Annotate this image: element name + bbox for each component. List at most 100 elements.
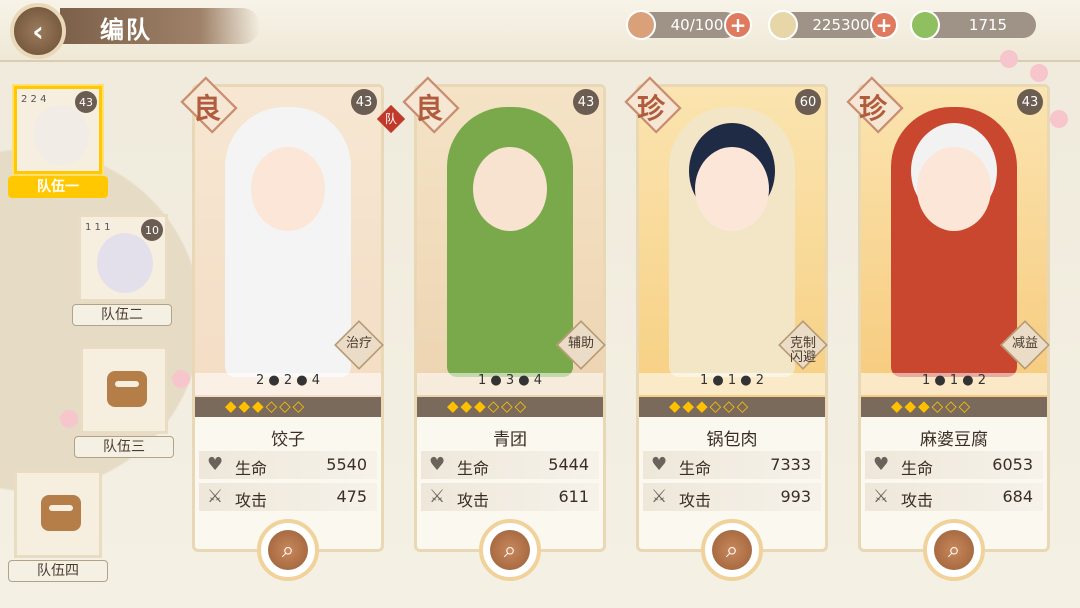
hp-value: 5444 (548, 455, 589, 474)
page-title: 编队 (100, 16, 152, 44)
inspect-button[interactable]: ⌕ (923, 519, 985, 581)
element-stats: 2 ● 2 ● 4 (195, 373, 381, 395)
disc-icon (910, 10, 940, 40)
team-level: 10 (141, 219, 163, 241)
attack-label: 攻击 (235, 491, 268, 510)
attack-value: 475 (336, 487, 367, 506)
star-flames: ◆◆◆◇◇◇ (861, 397, 1047, 417)
team-thumbnail: 2 2 4 43 (14, 86, 102, 174)
back-button[interactable]: ‹ (10, 3, 66, 59)
hp-row: ♥ 生命 6053 (865, 451, 1043, 479)
inspect-button[interactable]: ⌕ (479, 519, 541, 581)
blossom-decoration (1030, 64, 1048, 82)
role-label: 辅助 (567, 336, 594, 351)
character-level: 43 (573, 89, 599, 115)
character-level: 43 (351, 89, 377, 115)
hp-value: 7333 (770, 455, 811, 474)
character-name: 锅包肉 (706, 430, 758, 450)
team-label: 队伍二 (72, 304, 172, 326)
magnifier-icon: ⌕ (934, 530, 974, 570)
attack-value: 993 (780, 487, 811, 506)
attack-value: 684 (1002, 487, 1033, 506)
grade-label: 珍 (637, 92, 666, 125)
hp-row: ♥ 生命 7333 (643, 451, 821, 479)
attack-row: ⚔ 攻击 475 (199, 483, 377, 511)
character-name: 饺子 (271, 430, 305, 450)
hp-value: 5540 (326, 455, 367, 474)
resource-stamina: 40/100 + (626, 10, 752, 40)
sword-icon: ⚔ (207, 486, 224, 507)
star-flames: ◆◆◆◇◇◇ (417, 397, 603, 417)
character-level: 43 (1017, 89, 1043, 115)
hp-label: 生命 (679, 459, 712, 478)
hp-row: ♥ 生命 5540 (199, 451, 377, 479)
character-art: 1 ● 1 ● 2 ◆◆◆◇◇◇ (639, 87, 825, 417)
gems-value: 1715 (968, 16, 1008, 34)
element-stats: 1 ● 1 ● 2 (639, 373, 825, 395)
attack-label: 攻击 (901, 491, 934, 510)
character-card[interactable]: 2 ● 2 ● 4 ◆◆◆◇◇◇ 良 43 队 治疗 饺子 ♥ 生命 5540 … (180, 76, 406, 581)
team-slot-1[interactable]: 2 2 4 43 队伍一 (8, 86, 108, 198)
heart-icon: ♥ (651, 454, 668, 475)
bowl-icon (626, 10, 656, 40)
heart-icon: ♥ (873, 454, 890, 475)
attack-row: ⚔ 攻击 684 (865, 483, 1043, 511)
attack-label: 攻击 (679, 491, 712, 510)
team-label: 队伍三 (74, 436, 174, 458)
element-stats: 1 ● 3 ● 4 (417, 373, 603, 395)
team-label: 队伍一 (8, 176, 108, 198)
role-label: 减益 (1011, 336, 1038, 351)
character-card[interactable]: 1 ● 1 ● 2 ◆◆◆◇◇◇ 珍 60 克制 闪避 锅包肉 ♥ 生命 733… (624, 76, 828, 581)
grade-label: 珍 (859, 92, 888, 125)
star-flames: ◆◆◆◇◇◇ (639, 397, 825, 417)
attack-row: ⚔ 攻击 993 (643, 483, 821, 511)
portrait (33, 105, 89, 165)
attack-label: 攻击 (457, 491, 490, 510)
heart-icon: ♥ (207, 454, 224, 475)
team-mini-stats: 2 2 4 (21, 94, 47, 105)
blossom-decoration (1050, 110, 1068, 128)
blossom-decoration (1000, 50, 1018, 68)
add-coins-button[interactable]: + (870, 11, 898, 39)
magnifier-icon: ⌕ (490, 530, 530, 570)
character-card[interactable]: 1 ● 3 ● 4 ◆◆◆◇◇◇ 良 43 辅助 青团 ♥ 生命 5444 ⚔ … (402, 76, 606, 581)
character-name: 青团 (493, 430, 527, 450)
team-sidebar: 2 2 4 43 队伍一 1 1 1 10 队伍二 队伍三 队伍四 (0, 78, 190, 608)
team-slot-4[interactable]: 队伍四 (8, 470, 108, 582)
portrait (97, 233, 153, 293)
star-flames: ◆◆◆◇◇◇ (195, 397, 381, 417)
grade-label: 良 (193, 92, 222, 125)
back-arrow-icon: ‹ (32, 14, 44, 48)
heart-icon: ♥ (429, 454, 446, 475)
character-art: 1 ● 1 ● 2 ◆◆◆◇◇◇ (861, 87, 1047, 417)
resource-gems: 1715 (910, 10, 1036, 40)
top-bar: ‹ 编队 40/100 + 225300 + 1715 (0, 0, 1080, 62)
inspect-button[interactable]: ⌕ (701, 519, 763, 581)
hp-row: ♥ 生命 5444 (421, 451, 599, 479)
character-face (251, 147, 325, 231)
role-label: 克制 闪避 (789, 336, 816, 365)
team-slot-3[interactable]: 队伍三 (74, 346, 174, 458)
character-art: 2 ● 2 ● 4 ◆◆◆◇◇◇ (195, 87, 381, 417)
sword-icon: ⚔ (429, 486, 446, 507)
title-band (60, 8, 260, 44)
hp-label: 生命 (235, 459, 268, 478)
hp-label: 生命 (901, 459, 934, 478)
team-thumbnail: 1 1 1 10 (78, 214, 168, 302)
character-card[interactable]: 1 ● 1 ● 2 ◆◆◆◇◇◇ 珍 43 减益 麻婆豆腐 ♥ 生命 6053 … (846, 76, 1050, 581)
element-stats: 1 ● 1 ● 2 (861, 373, 1047, 395)
lock-icon (41, 495, 81, 531)
grade-label: 良 (415, 92, 444, 125)
magnifier-icon: ⌕ (268, 530, 308, 570)
lock-icon (107, 371, 147, 407)
inspect-button[interactable]: ⌕ (257, 519, 319, 581)
character-level: 60 (795, 89, 821, 115)
team-slot-2[interactable]: 1 1 1 10 队伍二 (72, 214, 172, 326)
resource-coins: 225300 + (768, 10, 898, 40)
team-thumbnail (80, 346, 168, 434)
team-mini-stats: 1 1 1 (85, 222, 111, 233)
character-face (917, 147, 991, 231)
attack-value: 611 (558, 487, 589, 506)
character-face (695, 147, 769, 231)
add-stamina-button[interactable]: + (724, 11, 752, 39)
